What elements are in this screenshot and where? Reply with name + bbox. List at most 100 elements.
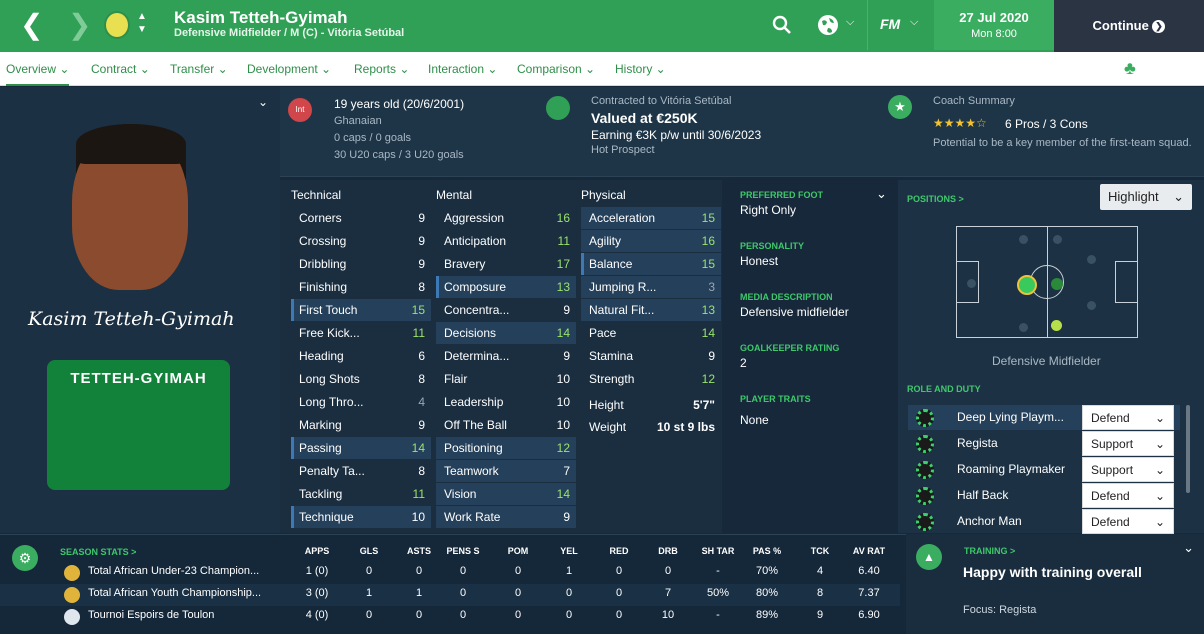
chevron-down-icon[interactable]: ⌄	[876, 186, 887, 202]
fm-menu-button[interactable]: FM	[880, 16, 900, 32]
continue-button[interactable]: Continue ❯	[1054, 0, 1204, 52]
club-icon[interactable]: ♣	[1124, 58, 1136, 79]
media-description-label: MEDIA DESCRIPTION	[740, 292, 833, 302]
attribute-value: 11	[557, 234, 570, 248]
shirt-name: TETTEH-GYIMAH	[70, 370, 207, 387]
date-display[interactable]: 27 Jul 2020 Mon 8:00	[934, 0, 1054, 50]
stat-value: 9	[816, 609, 824, 621]
role-name: Regista	[957, 436, 998, 450]
attribute-row: Dribbling 9	[291, 253, 431, 275]
role-row[interactable]: Half Back Defend ⌄	[908, 483, 1180, 508]
stat-value: 0	[415, 565, 423, 577]
stats-column-header[interactable]: PAS %	[747, 546, 787, 556]
attribute-value: 15	[701, 257, 715, 271]
competition-icon	[64, 565, 80, 581]
attribute-row: Tackling 11	[291, 483, 431, 505]
search-icon[interactable]	[772, 15, 792, 35]
stats-column-header[interactable]: RED	[599, 546, 639, 556]
position-dot-mc[interactable]	[1051, 278, 1063, 290]
player-hair-top	[76, 124, 186, 164]
role-row[interactable]: Anchor Man Defend ⌄	[908, 509, 1180, 534]
chevron-down-icon: ⌄	[1154, 463, 1165, 477]
stats-column-header[interactable]: AV RAT	[849, 546, 889, 556]
role-name: Half Back	[957, 488, 1009, 502]
stats-column-header[interactable]: GLS	[349, 546, 389, 556]
role-name: Anchor Man	[957, 514, 1022, 528]
player-nation[interactable]: Ghanaian	[334, 115, 382, 127]
stat-value: 8	[816, 587, 824, 599]
preferred-foot: Right Only	[740, 203, 797, 217]
stats-column-header[interactable]: TCK	[800, 546, 840, 556]
duty-dropdown[interactable]: Defend ⌄	[1082, 405, 1174, 430]
chevron-down-icon[interactable]: ⌄	[258, 95, 268, 109]
back-arrow-icon[interactable]: ❮	[20, 10, 43, 40]
tab-overview[interactable]: Overview ⌄	[6, 62, 70, 86]
stats-column-header[interactable]: APPS	[297, 546, 337, 556]
position-dot-dm[interactable]	[1017, 275, 1037, 295]
attribute-row: Stamina 9	[581, 345, 721, 367]
role-row[interactable]: Deep Lying Playm... Defend ⌄	[908, 405, 1180, 430]
duty-dropdown[interactable]: Support ⌄	[1082, 457, 1174, 482]
attribute-value: 9	[418, 211, 425, 225]
star-icon: ★	[888, 95, 912, 119]
tab-history[interactable]: History ⌄	[615, 62, 666, 76]
stats-column-header[interactable]: YEL	[549, 546, 589, 556]
role-row[interactable]: Regista Support ⌄	[908, 431, 1180, 456]
weight-label: Weight	[589, 420, 627, 434]
potential-text: Potential to be a key member of the firs…	[933, 137, 1192, 149]
positions-label[interactable]: POSITIONS >	[907, 194, 964, 204]
stats-row[interactable]: Tournoi Espoirs de Toulon 4 (0) 0 0 0 0 0 0 10 - 8…	[0, 606, 900, 628]
player-details: PREFERRED FOOT ⌄ Right Only PERSONALITY …	[730, 180, 896, 533]
stat-value: 6.40	[858, 565, 880, 577]
stat-value: 7	[664, 587, 672, 599]
tab-interaction[interactable]: Interaction ⌄	[428, 62, 497, 76]
attribute-value: 15	[411, 303, 425, 317]
duty-dropdown[interactable]: Defend ⌄	[1082, 483, 1174, 508]
stats-column-header[interactable]: ASTS	[399, 546, 439, 556]
mental-heading: Mental	[436, 188, 473, 202]
player-switch-icon[interactable]: ▲ ▼	[137, 10, 147, 36]
pros-cons[interactable]: 6 Pros / 3 Cons	[1005, 117, 1088, 131]
duty-dropdown[interactable]: Support ⌄	[1082, 431, 1174, 456]
player-subtitle[interactable]: Defensive Midfielder / M (C) - Vitória S…	[174, 27, 404, 39]
stats-column-header[interactable]: POM	[498, 546, 538, 556]
attribute-row: Heading 6	[291, 345, 431, 367]
tab-bar: Overview ⌄ Contract ⌄ Transfer ⌄ Develop…	[0, 52, 1204, 86]
tab-reports[interactable]: Reports ⌄	[354, 62, 409, 76]
attribute-name: Technique	[299, 510, 354, 524]
chevron-down-icon[interactable]: ⌄	[1183, 540, 1194, 556]
globe-icon[interactable]	[817, 14, 839, 36]
chevron-down-icon[interactable]: ⌵	[910, 16, 918, 29]
tab-contract[interactable]: Contract ⌄	[91, 62, 150, 76]
stats-row[interactable]: Total African Youth Championship... 3 (0)…	[0, 584, 900, 606]
tab-development[interactable]: Development ⌄	[247, 62, 331, 76]
club-badge-icon[interactable]	[104, 11, 130, 39]
attribute-name: Flair	[444, 372, 468, 386]
position-dot-mc-low[interactable]	[1051, 320, 1062, 331]
tab-comparison[interactable]: Comparison ⌄	[517, 62, 595, 76]
stat-value: 0	[615, 609, 623, 621]
attribute-value: 14	[411, 441, 425, 455]
duty-dropdown[interactable]: Defend ⌄	[1082, 509, 1174, 534]
roles-scrollbar[interactable]	[1186, 405, 1190, 493]
tab-transfer[interactable]: Transfer ⌄	[170, 62, 228, 76]
attribute-row: Teamwork 7	[436, 460, 576, 482]
role-row[interactable]: Roaming Playmaker Support ⌄	[908, 457, 1180, 482]
stats-column-header[interactable]: PENS S	[443, 546, 483, 556]
forward-arrow-icon[interactable]: ❯	[68, 10, 91, 40]
training-label[interactable]: TRAINING >	[964, 546, 1015, 556]
club-crest-icon[interactable]	[546, 96, 570, 120]
season-stats-label[interactable]: SEASON STATS >	[60, 547, 136, 557]
chevron-down-icon[interactable]: ⌵	[846, 16, 854, 29]
attribute-value: 10	[556, 395, 570, 409]
attribute-row: Acceleration 15	[581, 207, 721, 229]
nation-flag-icon[interactable]: Int	[288, 98, 312, 122]
attribute-row: Long Thro... 4	[291, 391, 431, 413]
training-icon: ▲	[916, 544, 942, 570]
stats-column-header[interactable]: SH TAR	[698, 546, 738, 556]
highlight-dropdown[interactable]: Highlight ⌄	[1100, 184, 1192, 210]
stats-row[interactable]: Total African Under-23 Champion... 1 (0) 0…	[0, 562, 900, 584]
attribute-name: Anticipation	[444, 234, 507, 248]
stat-value: 0	[514, 587, 522, 599]
stats-column-header[interactable]: DRB	[648, 546, 688, 556]
